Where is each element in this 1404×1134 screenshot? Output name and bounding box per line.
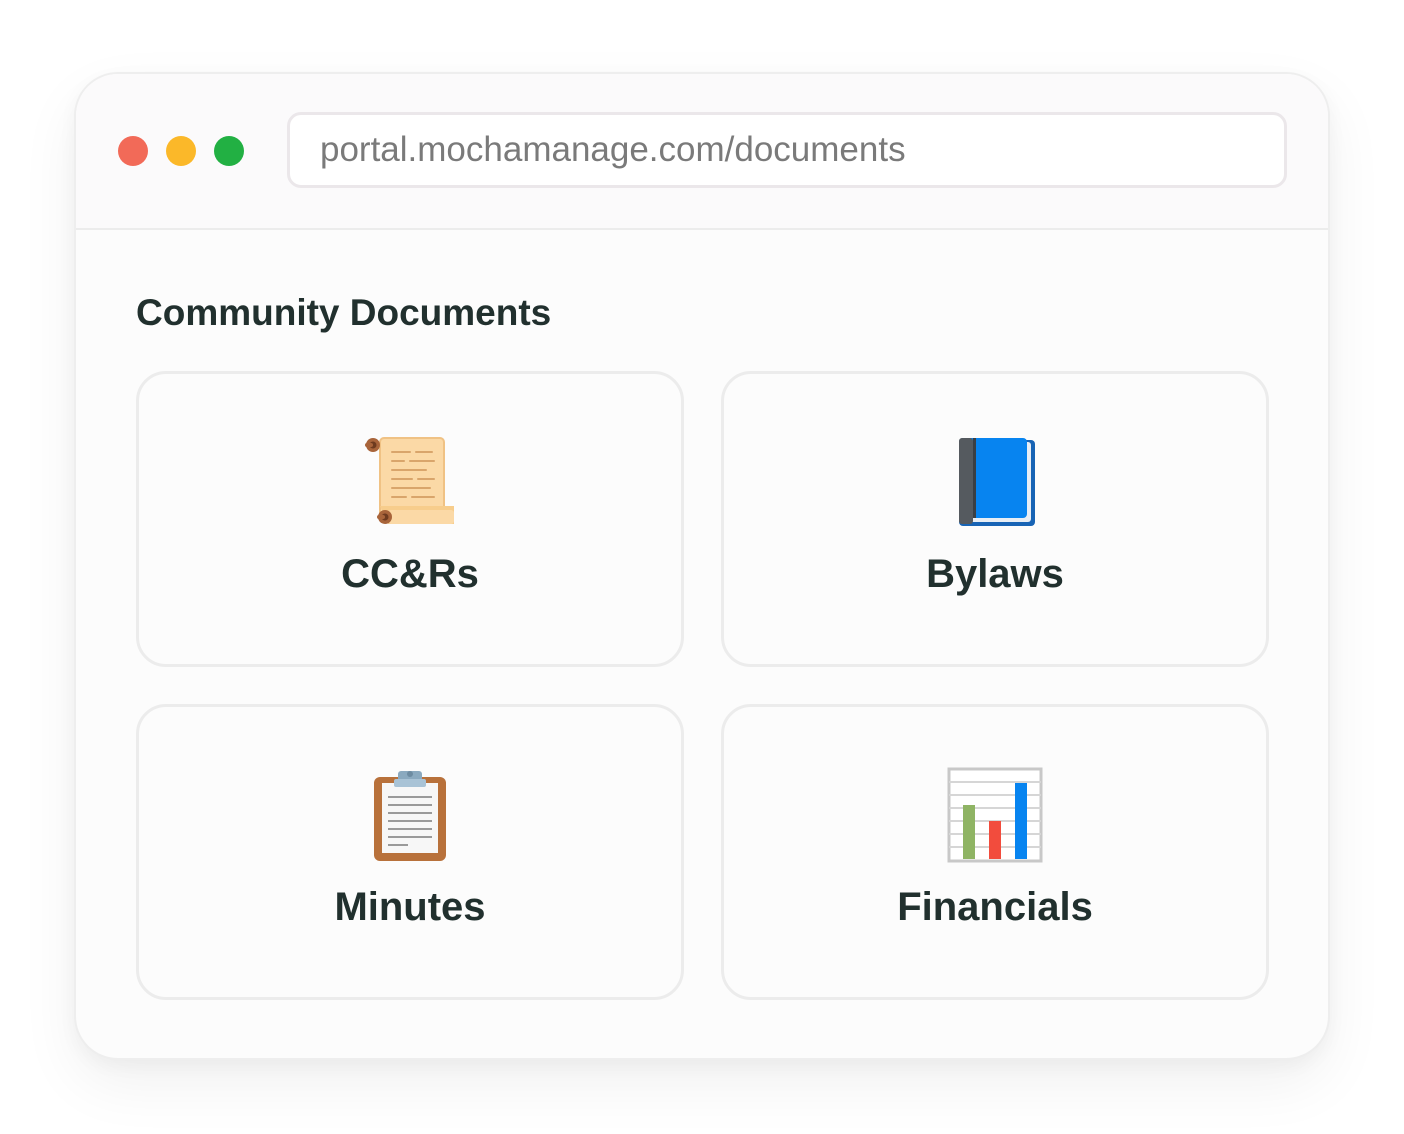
page-content: Community Documents CC&Rs Bylaws Minutes… — [76, 230, 1328, 1058]
clipboard-icon — [374, 771, 446, 861]
document-card-label: CC&Rs — [341, 552, 479, 596]
address-bar-url: portal.mochamanage.com/documents — [320, 130, 906, 169]
scroll-icon — [365, 437, 454, 524]
maximize-window-button[interactable] — [214, 136, 244, 166]
document-card-bylaws[interactable]: Bylaws — [721, 371, 1269, 667]
address-bar[interactable]: portal.mochamanage.com/documents — [287, 112, 1287, 188]
document-card-financials[interactable]: Financials — [721, 704, 1269, 1000]
close-window-button[interactable] — [118, 136, 148, 166]
minimize-window-button[interactable] — [166, 136, 196, 166]
document-card-ccrs[interactable]: CC&Rs — [136, 371, 684, 667]
browser-titlebar: portal.mochamanage.com/documents — [76, 74, 1328, 230]
bar-chart-icon — [947, 767, 1043, 863]
document-card-label: Bylaws — [926, 552, 1064, 596]
document-card-minutes[interactable]: Minutes — [136, 704, 684, 1000]
page-title: Community Documents — [136, 292, 552, 333]
document-card-label: Minutes — [334, 885, 486, 929]
document-card-label: Financials — [897, 885, 1093, 929]
blue-book-icon — [959, 438, 1035, 526]
browser-window: portal.mochamanage.com/documents Communi… — [74, 72, 1330, 1060]
